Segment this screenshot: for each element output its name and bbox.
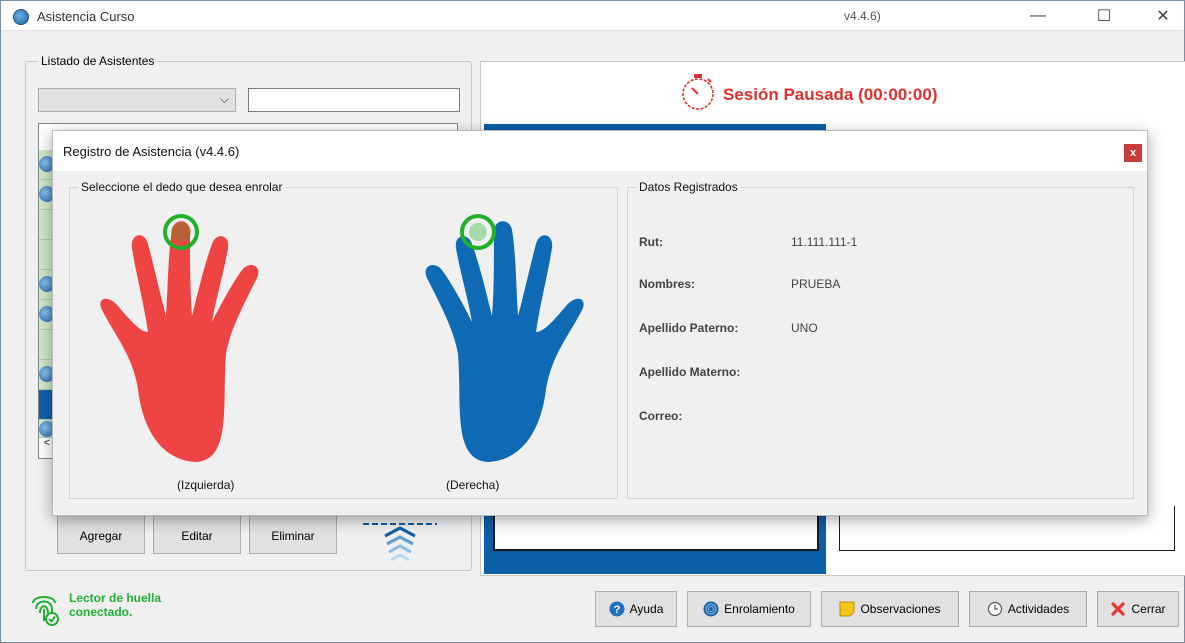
- note-icon: [839, 601, 855, 617]
- paternal-surname-label: Apellido Paterno:: [639, 321, 739, 335]
- left-hand-image[interactable]: [98, 214, 298, 464]
- search-input[interactable]: [248, 88, 460, 112]
- paternal-surname-value: UNO: [791, 321, 818, 335]
- close-button[interactable]: Cerrar: [1097, 591, 1179, 627]
- edit-label: Editar: [181, 529, 213, 543]
- dialog-title-bar: Registro de Asistencia (v4.4.6) x: [53, 131, 1147, 171]
- app-globe-icon: [13, 9, 29, 25]
- maternal-surname-label: Apellido Materno:: [639, 365, 741, 379]
- enrollment-button[interactable]: Enrolamiento: [687, 591, 811, 627]
- help-button[interactable]: ? Ayuda: [595, 591, 677, 627]
- observations-button[interactable]: Observaciones: [821, 591, 959, 627]
- add-label: Agregar: [79, 529, 123, 543]
- dialog-close-button[interactable]: x: [1124, 144, 1142, 162]
- close-label: Cerrar: [1131, 602, 1166, 616]
- finger-selection-legend: Seleccione el dedo que desea enrolar: [78, 180, 286, 194]
- finger-selection-group: Seleccione el dedo que desea enrolar (Iz…: [69, 180, 618, 499]
- fingerprint-reader-icon: [32, 596, 59, 626]
- rut-value: 11.111.111-1: [791, 235, 858, 249]
- fingerprint-logo-icon: [363, 523, 437, 562]
- rut-label: Rut:: [639, 235, 663, 249]
- fingerprint-icon: [703, 601, 719, 617]
- left-hand-shape[interactable]: [100, 221, 259, 462]
- left-hand-caption: (Izquierda): [177, 478, 235, 492]
- activities-button[interactable]: Actividades: [969, 591, 1087, 627]
- reader-status-text: Lector de huella conectado.: [69, 591, 162, 619]
- right-finger-highlight: [469, 223, 487, 241]
- right-hand-caption: (Derecha): [446, 478, 500, 492]
- title-bar: Asistencia Curso v4.4.6) — ☐ ✕: [1, 1, 1184, 31]
- filter-combo[interactable]: ⌵: [38, 88, 236, 112]
- attendees-legend: Listado de Asistentes: [38, 54, 158, 68]
- svg-text:?: ?: [613, 604, 620, 616]
- window-title: Asistencia Curso: [37, 9, 135, 24]
- email-label: Correo:: [639, 409, 683, 423]
- delete-label: Eliminar: [271, 529, 315, 543]
- maximize-button[interactable]: ☐: [1081, 1, 1127, 31]
- names-value: PRUEBA: [791, 277, 841, 291]
- session-status: Sesión Pausada (00:00:00): [723, 85, 938, 104]
- window-version: v4.4.6): [844, 9, 881, 23]
- minimize-button[interactable]: —: [1015, 1, 1061, 31]
- chevron-down-icon: ⌵: [219, 92, 229, 106]
- registered-data-legend: Datos Registrados: [636, 180, 741, 194]
- close-window-button[interactable]: ✕: [1140, 1, 1185, 31]
- help-label: Ayuda: [629, 602, 664, 616]
- dialog-title: Registro de Asistencia (v4.4.6): [63, 144, 240, 159]
- clock-icon: [987, 601, 1002, 617]
- right-hand-image[interactable]: [386, 214, 586, 464]
- red-x-icon: [1111, 602, 1126, 616]
- enrollment-label: Enrolamiento: [724, 602, 795, 616]
- stopwatch-icon: [682, 74, 714, 110]
- observations-label: Observaciones: [860, 602, 941, 616]
- help-icon: ?: [609, 601, 625, 617]
- left-finger-highlight: [171, 222, 191, 242]
- activities-label: Actividades: [1007, 602, 1070, 616]
- enrollment-dialog: Registro de Asistencia (v4.4.6) x Selecc…: [52, 130, 1148, 516]
- right-hand-shape[interactable]: [425, 221, 584, 462]
- registered-data-group: Datos Registrados Rut: 11.111.111-1 Nomb…: [627, 180, 1134, 499]
- names-label: Nombres:: [639, 277, 696, 291]
